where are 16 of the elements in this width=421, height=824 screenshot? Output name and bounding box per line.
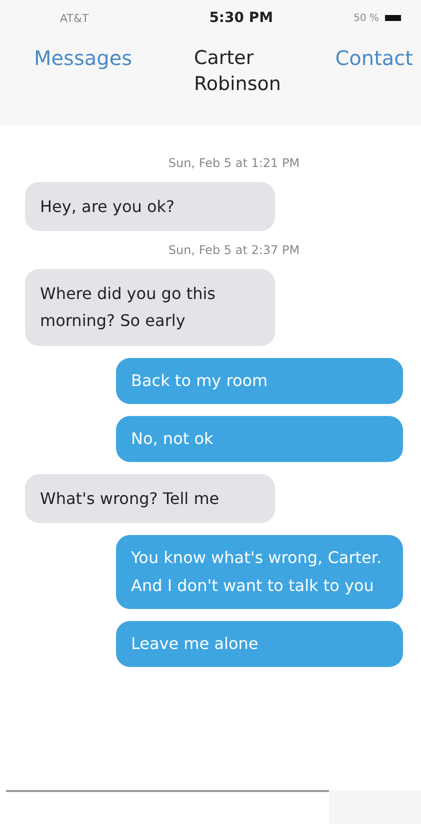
incoming-message: Hey, are you ok? bbox=[25, 182, 275, 232]
outgoing-message: No, not ok bbox=[116, 416, 403, 462]
incoming-message: What's wrong? Tell me bbox=[25, 474, 275, 523]
status-time: 5:30 PM bbox=[209, 10, 274, 26]
message-timestamp: Sun, Feb 5 at 2:37 PM bbox=[167, 243, 301, 258]
carrier-name: AT&T bbox=[60, 12, 89, 24]
contact-name: Carter Robinson bbox=[194, 46, 282, 97]
contact-link[interactable]: Contact bbox=[335, 46, 413, 98]
incoming-message: Where did you go this morning? So early bbox=[25, 269, 275, 346]
battery-percent: 50 % bbox=[354, 12, 379, 24]
outgoing-message: Leave me alone bbox=[116, 620, 403, 667]
battery-icon bbox=[384, 15, 401, 21]
outgoing-message: Back to my room bbox=[116, 358, 403, 404]
back-link[interactable]: Messages bbox=[34, 46, 194, 98]
outgoing-message: You know what's wrong, Carter. And I don't want to talk to you bbox=[116, 534, 403, 609]
message-timestamp: Sun, Feb 5 at 1:21 PM bbox=[167, 156, 301, 170]
